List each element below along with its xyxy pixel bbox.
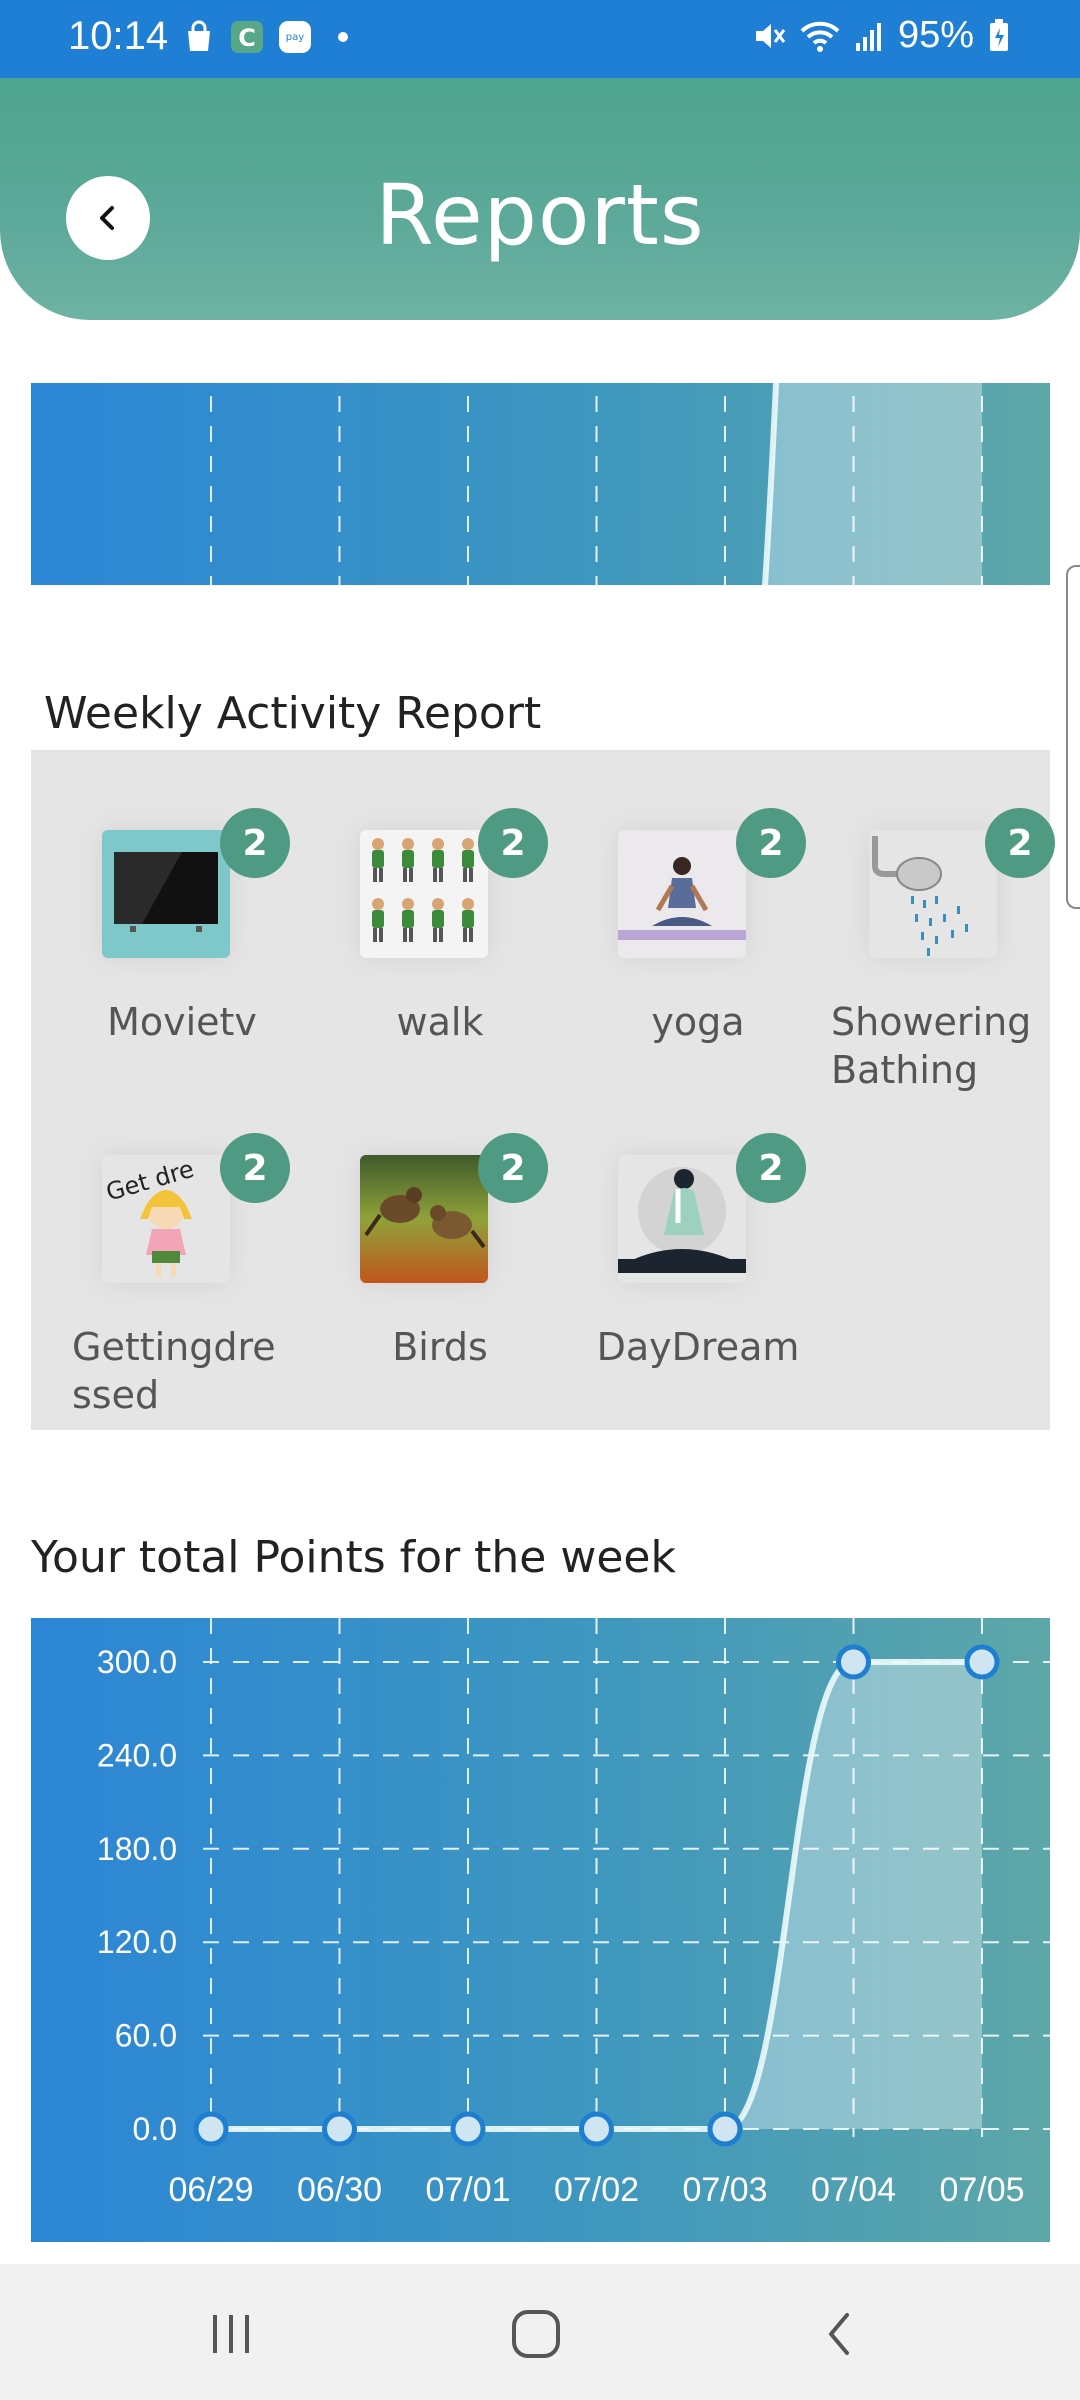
yoga-icon: [618, 830, 746, 958]
shower-icon: [869, 830, 997, 958]
daily-chart-series-group: 006/2906/3007/0107/0207/0307/0407/05: [210, 383, 983, 585]
weekly-activity-title: Weekly Activity Report: [44, 688, 542, 739]
get-dressed-icon: Get dre: [102, 1155, 230, 1283]
recent-apps-icon: [213, 2315, 249, 2353]
daily-chart-inner: 006/2906/3007/0107/0207/0307/0407/05: [210, 383, 983, 585]
back-icon: [829, 2313, 849, 2355]
y-tick-label: 180.0: [97, 1831, 177, 1867]
shopping-bag-icon: [188, 20, 210, 51]
activity-count-badge: 2: [220, 1133, 290, 1203]
activity-label: walk: [396, 1000, 484, 1044]
activity-count-badge: 2: [220, 808, 290, 878]
activity-count-badge: 2: [736, 808, 806, 878]
scroll-indicator[interactable]: [1066, 565, 1080, 909]
y-tick-label: 0.0: [133, 2111, 177, 2147]
svg-text:pay: pay: [286, 32, 304, 43]
activity-label: DayDream: [596, 1325, 800, 1369]
data-point: [193, 2111, 229, 2147]
c-app-icon: C: [231, 21, 263, 53]
x-tick-label: 06/29: [168, 2171, 253, 2209]
x-tick-label: 07/04: [811, 2171, 896, 2209]
status-right: 95%: [752, 14, 1010, 57]
recent-apps-button[interactable]: [202, 2304, 262, 2364]
activity-label: Birds: [392, 1325, 488, 1369]
data-point: [450, 2111, 486, 2147]
x-tick-label: 07/02: [554, 2171, 639, 2209]
y-tick-label: 60.0: [115, 2018, 177, 2054]
data-point: [964, 1644, 1000, 1680]
x-tick-label: 07/01: [425, 2171, 510, 2209]
reports-header: Reports: [0, 78, 1080, 320]
svg-text:Get dre: Get dre: [103, 1155, 197, 1206]
activity-label: ShoweringBathing: [831, 1000, 1032, 1092]
home-icon: [512, 2310, 560, 2358]
activity-count-badge: 2: [985, 808, 1055, 878]
dot-icon: [338, 32, 348, 42]
status-left-icons: C pay: [182, 20, 360, 54]
daily-chart-partial: 006/2906/3007/0107/0207/0307/0407/05: [31, 383, 1050, 585]
status-time: 10:14: [68, 14, 169, 58]
tv-icon: [102, 830, 230, 958]
home-button[interactable]: [506, 2304, 566, 2364]
daily-chart-svg: 006/2906/3007/0107/0207/0307/0407/05: [210, 383, 983, 585]
svg-text:C: C: [238, 24, 256, 52]
points-chart: 300.0 240.0 180.0 120.0 60.0 0.0 06/29 06/30 07/…: [31, 1618, 1050, 2242]
activity-count-badge: 2: [478, 808, 548, 878]
mute-icon: [755, 23, 786, 48]
walking-kids-icon: [360, 830, 488, 958]
data-point: [707, 2111, 743, 2147]
data-point: [322, 2111, 357, 2147]
y-tick-label: 240.0: [97, 1737, 177, 1773]
battery-charging-icon: [990, 18, 1008, 51]
system-nav-bar: [0, 2264, 1080, 2400]
battery-percent: 95%: [897, 14, 974, 56]
daydream-icon: [618, 1155, 746, 1283]
x-tick-label: 07/03: [682, 2171, 767, 2209]
back-nav-button[interactable]: [810, 2304, 870, 2364]
weekly-activity-grid: 2 Movietv 2 walk 2 yoga 2 ShoweringBathi…: [31, 750, 1055, 1430]
birds-icon: [360, 1155, 488, 1283]
y-tick-label: 120.0: [97, 1924, 177, 1960]
points-chart-svg: 300.0 240.0 180.0 120.0 60.0 0.0 06/29 06/30 07/…: [97, 1618, 1050, 2209]
wifi-icon: [800, 21, 840, 52]
x-tick-label: 07/05: [939, 2171, 1024, 2209]
activity-label: yoga: [651, 1000, 745, 1044]
page-title: Reports: [375, 166, 705, 264]
x-tick-label: 06/30: [297, 2171, 382, 2209]
status-bar: 10:14 C pay 95%: [0, 0, 1080, 78]
signal-icon: [855, 22, 881, 51]
points-chart-title: Your total Points for the week: [31, 1532, 676, 1583]
activity-label: Gettingdressed: [72, 1325, 276, 1417]
y-tick-label: 300.0: [97, 1644, 177, 1680]
activity-count-badge: 2: [478, 1133, 548, 1203]
data-point: [836, 1644, 871, 1680]
activity-count-badge: 2: [736, 1133, 806, 1203]
pay-app-icon: pay: [279, 21, 311, 53]
activity-label: Movietv: [107, 1000, 257, 1044]
data-point: [579, 2111, 614, 2147]
